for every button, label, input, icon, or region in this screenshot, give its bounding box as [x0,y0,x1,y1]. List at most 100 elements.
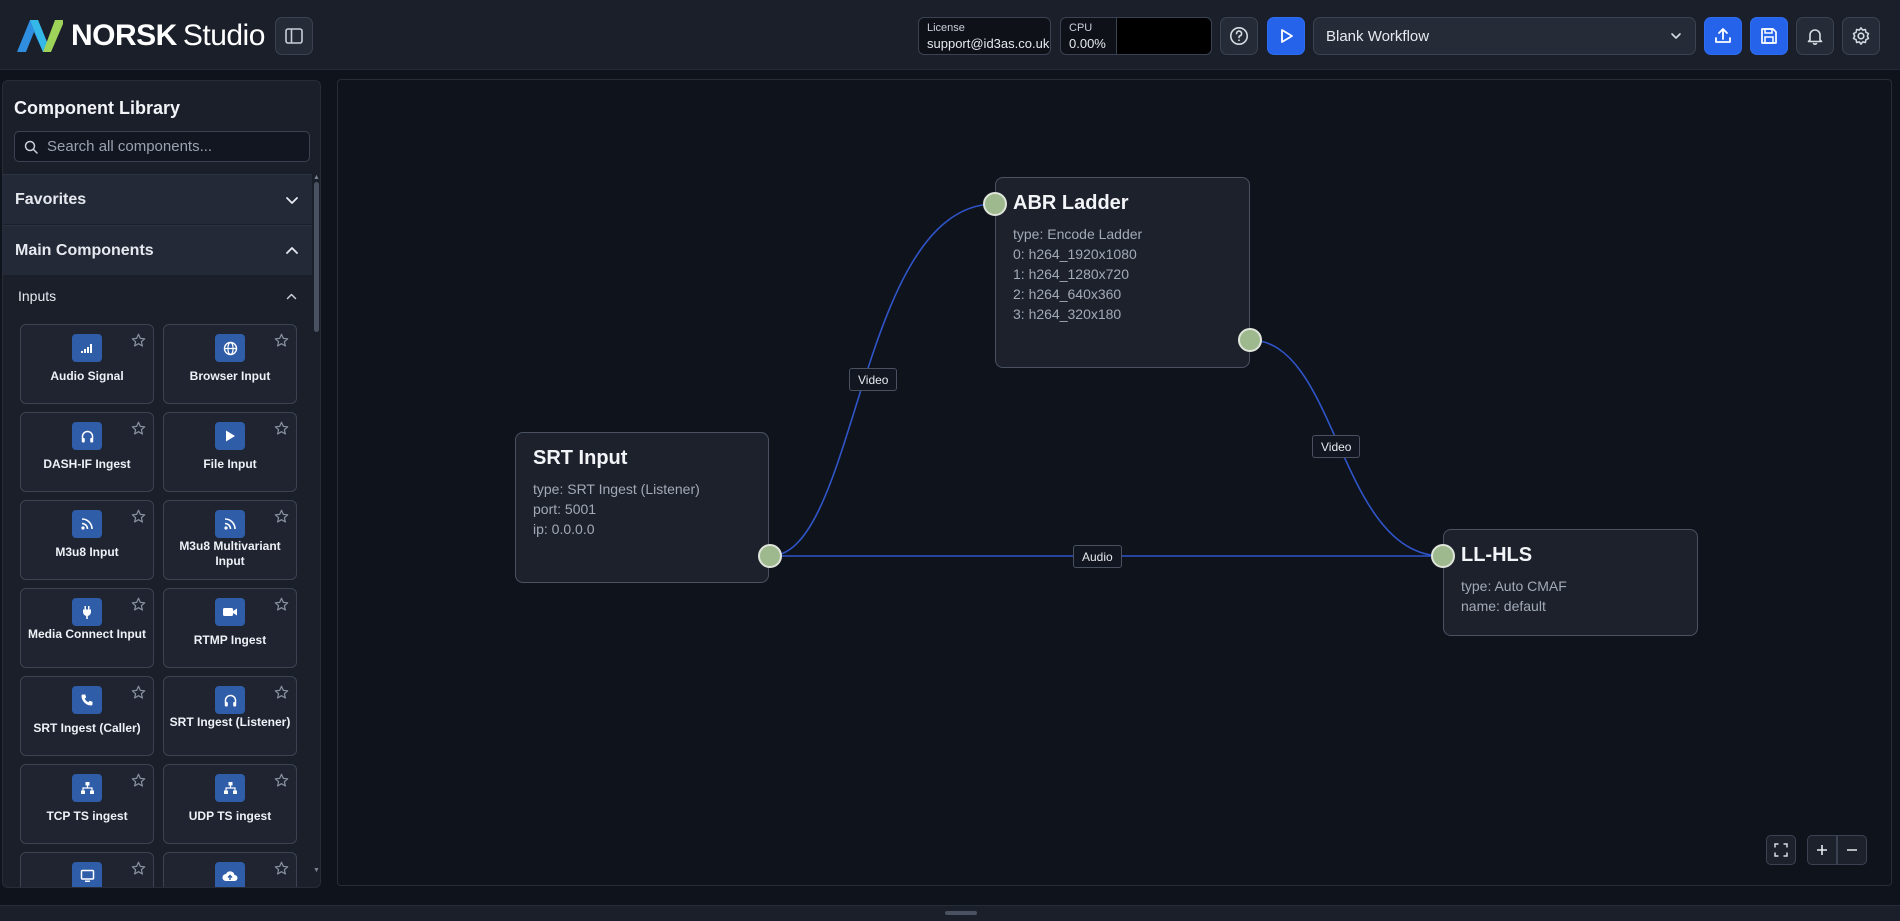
main-components-section-header[interactable]: Main Components [3,225,312,275]
license-value: support@id3as.co.uk [927,36,1050,51]
node-prop: type: Encode Ladder [1013,226,1143,242]
component-name: DASH-IF Ingest [43,457,131,471]
component-name: Browser Input [189,369,271,383]
notifications-button[interactable] [1796,17,1834,55]
component-card-monitor[interactable] [20,852,154,887]
port-abr-input[interactable] [983,192,1007,216]
component-card-file-input[interactable]: File Input [163,412,297,492]
component-card-browser-input[interactable]: Browser Input [163,324,297,404]
scroll-up-arrow-icon[interactable]: ▲ [313,174,320,181]
component-card-m3u8-multivariant-input[interactable]: M3u8 Multivariant Input [163,500,297,580]
node-ll-hls[interactable]: LL-HLS type: Auto CMAF name: default [1443,529,1698,636]
node-abr-ladder[interactable]: ABR Ladder type: Encode Ladder 0: h264_1… [995,177,1250,368]
sidebar-toggle-button[interactable] [275,17,313,55]
sidebar-scrollbar[interactable]: ▲ ▼ [313,174,320,874]
node-prop: ip: 0.0.0.0 [533,521,595,537]
settings-button[interactable] [1842,17,1880,55]
component-card-srt-ingest-listener[interactable]: SRT Ingest (Listener) [163,676,297,756]
bottom-panel-bar [0,905,1900,921]
cloud-upload-icon [215,862,245,887]
component-card-m3u8-input[interactable]: M3u8 Input [20,500,154,580]
bell-icon [1807,29,1823,45]
scrollbar-thumb[interactable] [314,182,319,332]
workflow-select[interactable]: Blank Workflow [1313,17,1696,55]
license-box: License support@id3as.co.uk [918,17,1051,55]
favorite-star-icon[interactable] [131,421,146,436]
save-icon [1761,28,1777,44]
favorite-star-icon[interactable] [131,597,146,612]
component-card-udp-ts-ingest[interactable]: UDP TS ingest [163,764,297,844]
search-icon [24,140,38,154]
upload-button[interactable] [1704,17,1742,55]
chevron-down-icon [284,192,300,208]
component-card-audio-signal[interactable]: Audio Signal [20,324,154,404]
help-button[interactable] [1220,17,1258,55]
edge-label-video-2[interactable]: Video [1312,435,1361,458]
main-components-label: Main Components [15,241,154,259]
favorite-star-icon[interactable] [274,421,289,436]
favorites-section-header[interactable]: Favorites [3,174,312,224]
favorite-star-icon[interactable] [274,773,289,788]
favorite-star-icon[interactable] [131,861,146,876]
component-card-media-connect-input[interactable]: Media Connect Input [20,588,154,668]
edge-label-video-1[interactable]: Video [849,368,898,391]
favorite-star-icon[interactable] [274,685,289,700]
favorite-star-icon[interactable] [274,509,289,524]
norsk-logo: NORSK Studio [17,20,265,52]
component-card-srt-ingest-caller[interactable]: SRT Ingest (Caller) [20,676,154,756]
component-card-rtmp-ingest[interactable]: RTMP Ingest [163,588,297,668]
scroll-down-arrow-icon[interactable]: ▼ [313,867,320,874]
cpu-readout: CPU 0.00% [1061,18,1117,54]
favorite-star-icon[interactable] [274,597,289,612]
port-abr-output[interactable] [1238,328,1262,352]
cpu-value: 0.00% [1069,36,1106,51]
port-hls-input[interactable] [1431,544,1455,568]
phone-icon [72,686,102,714]
cpu-graph [1117,18,1211,54]
component-search-input[interactable]: Search all components... [14,131,310,162]
component-name: Media Connect Input [28,627,146,641]
upload-icon [1715,28,1731,43]
workflow-select-value: Blank Workflow [1326,27,1430,45]
favorite-star-icon[interactable] [274,333,289,348]
zoom-in-button[interactable] [1807,835,1837,865]
gear-icon [1852,27,1870,45]
plug-icon [72,598,102,626]
edge-label-audio[interactable]: Audio [1073,545,1122,568]
globe-icon [215,334,245,362]
fit-view-button[interactable] [1766,835,1796,865]
component-card-dash-if-ingest[interactable]: DASH-IF Ingest [20,412,154,492]
favorite-star-icon[interactable] [131,333,146,348]
workflow-canvas[interactable]: Video Video Audio SRT Input type: SRT In… [337,79,1892,886]
panel-resize-handle[interactable] [945,911,977,915]
component-name: M3u8 Multivariant Input [179,539,281,568]
node-srt-input[interactable]: SRT Input type: SRT Ingest (Listener) po… [515,432,769,583]
network-icon [215,774,245,802]
node-prop: 3: h264_320x180 [1013,306,1122,322]
inputs-label: Inputs [18,288,57,304]
chevron-up-icon [284,243,300,259]
favorite-star-icon[interactable] [131,685,146,700]
component-card-tcp-ts-ingest[interactable]: TCP TS ingest [20,764,154,844]
favorite-star-icon[interactable] [274,861,289,876]
favorite-star-icon[interactable] [131,509,146,524]
component-name: SRT Ingest (Listener) [169,715,291,729]
question-circle-icon [1230,27,1248,45]
favorite-star-icon[interactable] [131,773,146,788]
node-prop: type: SRT Ingest (Listener) [533,481,700,497]
component-card-cloud-upload[interactable] [163,852,297,887]
node-title: SRT Input [533,447,628,469]
run-button[interactable] [1267,17,1305,55]
node-prop: 2: h264_640x360 [1013,286,1122,302]
signal-bars-icon [72,334,102,362]
inputs-subsection-header[interactable]: Inputs [18,288,298,304]
component-name: File Input [203,457,257,471]
zoom-out-button[interactable] [1837,835,1867,865]
component-name: RTMP Ingest [193,633,267,647]
video-camera-icon [215,598,245,626]
port-srt-output[interactable] [758,544,782,568]
chevron-up-icon [285,290,298,303]
save-button[interactable] [1750,17,1788,55]
play-icon [1281,29,1293,43]
network-icon [72,774,102,802]
